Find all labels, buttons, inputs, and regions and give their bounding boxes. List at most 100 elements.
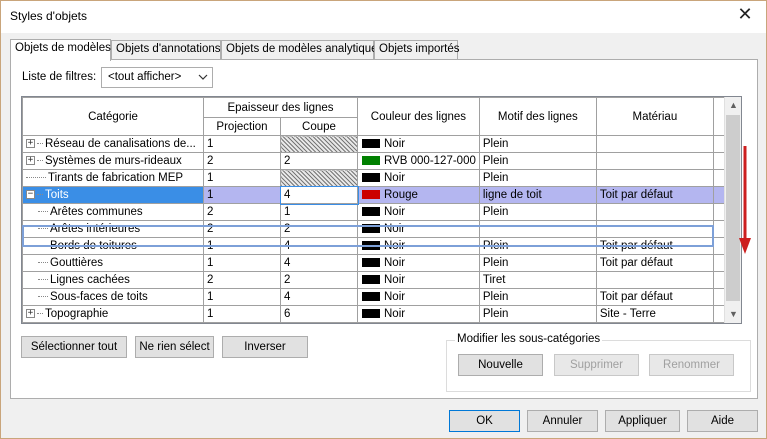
tab-analytical-model-objects[interactable]: Objets de modèles analytiques bbox=[221, 40, 383, 60]
expand-icon[interactable]: + bbox=[26, 139, 35, 149]
header-projection[interactable]: Projection bbox=[203, 117, 281, 136]
cut-cell[interactable]: 4 bbox=[280, 254, 358, 272]
table-row[interactable]: Bords de toitures 1 4 Noir Plein Toit par déf… bbox=[22, 237, 734, 255]
line-color-cell[interactable]: Noir bbox=[357, 305, 480, 323]
projection-cell[interactable]: 1 bbox=[203, 254, 281, 272]
rename-subcategory-button[interactable]: Renommer bbox=[649, 354, 734, 376]
cut-cell[interactable]: 4 bbox=[280, 237, 358, 255]
category-cell[interactable]: Gouttières bbox=[22, 254, 204, 272]
line-pattern-cell[interactable]: Plein bbox=[478, 169, 597, 187]
select-all-button[interactable]: Sélectionner tout bbox=[21, 336, 127, 358]
cancel-button[interactable]: Annuler bbox=[527, 410, 598, 432]
material-cell[interactable]: Site - Terre bbox=[595, 305, 714, 323]
delete-subcategory-button[interactable]: Supprimer bbox=[554, 354, 639, 376]
material-cell[interactable]: Toit par défaut bbox=[595, 237, 714, 255]
line-color-cell[interactable]: Noir bbox=[357, 203, 480, 221]
invert-button[interactable]: Inverser bbox=[222, 336, 308, 358]
line-pattern-cell[interactable]: Plein bbox=[478, 288, 597, 306]
line-pattern-cell[interactable]: Plein bbox=[478, 305, 597, 323]
header-line-pattern[interactable]: Motif des lignes bbox=[478, 97, 597, 136]
projection-cell[interactable]: 1 bbox=[203, 305, 281, 323]
material-cell[interactable] bbox=[595, 135, 714, 153]
table-row[interactable]: + Topographie 1 6 Noir Plein Site - Terre bbox=[22, 305, 734, 323]
line-pattern-cell[interactable]: Plein bbox=[478, 237, 597, 255]
select-none-button[interactable]: Ne rien sélect bbox=[135, 336, 214, 358]
line-pattern-cell[interactable]: Plein bbox=[478, 135, 597, 153]
category-cell[interactable]: Lignes cachées bbox=[22, 271, 204, 289]
projection-cell[interactable]: 2 bbox=[203, 271, 281, 289]
cut-cell[interactable] bbox=[280, 169, 358, 187]
header-material[interactable]: Matériau bbox=[595, 97, 714, 136]
ok-button[interactable]: OK bbox=[449, 410, 520, 432]
category-cell[interactable]: − Toits bbox=[22, 186, 204, 204]
projection-cell[interactable]: 1 bbox=[203, 237, 281, 255]
table-row[interactable]: Lignes cachées 2 2 Noir Tiret bbox=[22, 271, 734, 289]
cut-cell[interactable]: 2 bbox=[280, 152, 358, 170]
projection-cell[interactable]: 1 bbox=[203, 169, 281, 187]
line-color-cell[interactable]: Noir bbox=[357, 288, 480, 306]
scroll-down-icon[interactable]: ▼ bbox=[725, 306, 741, 323]
line-pattern-cell[interactable]: Tiret bbox=[478, 271, 597, 289]
line-color-cell[interactable]: Noir bbox=[357, 237, 480, 255]
projection-cell[interactable]: 2 bbox=[203, 152, 281, 170]
line-color-cell[interactable]: Noir bbox=[357, 271, 480, 289]
close-icon[interactable]: ✕ bbox=[736, 6, 754, 24]
projection-cell[interactable]: 1 bbox=[203, 135, 281, 153]
material-cell[interactable] bbox=[595, 203, 714, 221]
category-cell[interactable]: Arêtes communes bbox=[22, 203, 204, 221]
header-category[interactable]: Catégorie bbox=[22, 97, 204, 136]
line-pattern-cell[interactable]: ligne de toit bbox=[478, 186, 597, 204]
line-color-cell[interactable]: Noir bbox=[357, 135, 480, 153]
cut-cell[interactable]: 4 bbox=[280, 288, 358, 306]
tab-annotation-objects[interactable]: Objets d'annotations bbox=[111, 40, 221, 60]
line-color-cell[interactable]: Noir bbox=[357, 169, 480, 187]
new-subcategory-button[interactable]: Nouvelle bbox=[458, 354, 543, 376]
projection-cell[interactable]: 2 bbox=[203, 220, 281, 238]
projection-cell[interactable]: 1 bbox=[203, 186, 281, 204]
header-line-color[interactable]: Couleur des lignes bbox=[357, 97, 480, 136]
header-cut[interactable]: Coupe bbox=[280, 117, 358, 136]
material-cell[interactable]: Toit par défaut bbox=[595, 186, 714, 204]
category-cell[interactable]: Arêtes intérieures bbox=[22, 220, 204, 238]
line-pattern-cell[interactable]: Plein bbox=[478, 152, 597, 170]
line-pattern-cell[interactable]: Plein bbox=[478, 254, 597, 272]
category-cell[interactable]: + Systèmes de murs-rideaux bbox=[22, 152, 204, 170]
expand-icon[interactable]: + bbox=[26, 156, 35, 166]
material-cell[interactable] bbox=[595, 152, 714, 170]
help-button[interactable]: Aide bbox=[687, 410, 758, 432]
material-cell[interactable]: Toit par défaut bbox=[595, 254, 714, 272]
material-cell[interactable] bbox=[595, 271, 714, 289]
table-row[interactable]: + Réseau de canalisations de... 1 Noir Plein bbox=[22, 135, 734, 153]
apply-button[interactable]: Appliquer bbox=[605, 410, 680, 432]
cut-cell[interactable]: 2 bbox=[280, 220, 358, 238]
category-cell[interactable]: Sous-faces de toits bbox=[22, 288, 204, 306]
table-row[interactable]: + Systèmes de murs-rideaux 2 2 RVB 000-127-0… bbox=[22, 152, 734, 170]
category-cell[interactable]: Tirants de fabrication MEP bbox=[22, 169, 204, 187]
table-row[interactable]: Sous-faces de toits 1 4 Noir Plein Toit par d… bbox=[22, 288, 734, 306]
material-cell[interactable]: Toit par défaut bbox=[595, 288, 714, 306]
cut-cell[interactable]: 6 bbox=[280, 305, 358, 323]
cut-cell[interactable]: 4 bbox=[279, 185, 359, 205]
line-color-cell[interactable]: Noir bbox=[357, 220, 480, 238]
projection-cell[interactable]: 1 bbox=[203, 288, 281, 306]
projection-cell[interactable]: 2 bbox=[203, 203, 281, 221]
expand-icon[interactable]: + bbox=[26, 309, 35, 319]
line-pattern-cell[interactable] bbox=[478, 220, 597, 238]
table-row[interactable]: Arêtes intérieures 2 2 Noir bbox=[22, 220, 734, 238]
cut-cell[interactable]: 2 bbox=[280, 271, 358, 289]
line-color-cell[interactable]: Noir bbox=[357, 254, 480, 272]
category-cell[interactable]: + Topographie bbox=[22, 305, 204, 323]
tab-model-objects[interactable]: Objets de modèles bbox=[10, 39, 111, 61]
line-pattern-cell[interactable]: Plein bbox=[478, 203, 597, 221]
table-row[interactable]: Gouttières 1 4 Noir Plein Toit par défaut bbox=[22, 254, 734, 272]
scroll-up-icon[interactable]: ▲ bbox=[725, 97, 741, 114]
tab-imported-objects[interactable]: Objets importés bbox=[374, 40, 460, 60]
cut-cell[interactable]: 1 bbox=[280, 203, 358, 221]
category-cell[interactable]: + Réseau de canalisations de... bbox=[22, 135, 204, 153]
table-row[interactable]: Tirants de fabrication MEP 1 Noir Plein bbox=[22, 169, 734, 187]
table-row[interactable]: Arêtes communes 2 1 Noir Plein bbox=[22, 203, 734, 221]
line-color-cell[interactable]: RVB 000-127-000 bbox=[357, 152, 480, 170]
material-cell[interactable] bbox=[595, 220, 714, 238]
collapse-icon[interactable]: − bbox=[26, 190, 35, 200]
filter-dropdown[interactable]: <tout afficher> bbox=[101, 67, 213, 88]
